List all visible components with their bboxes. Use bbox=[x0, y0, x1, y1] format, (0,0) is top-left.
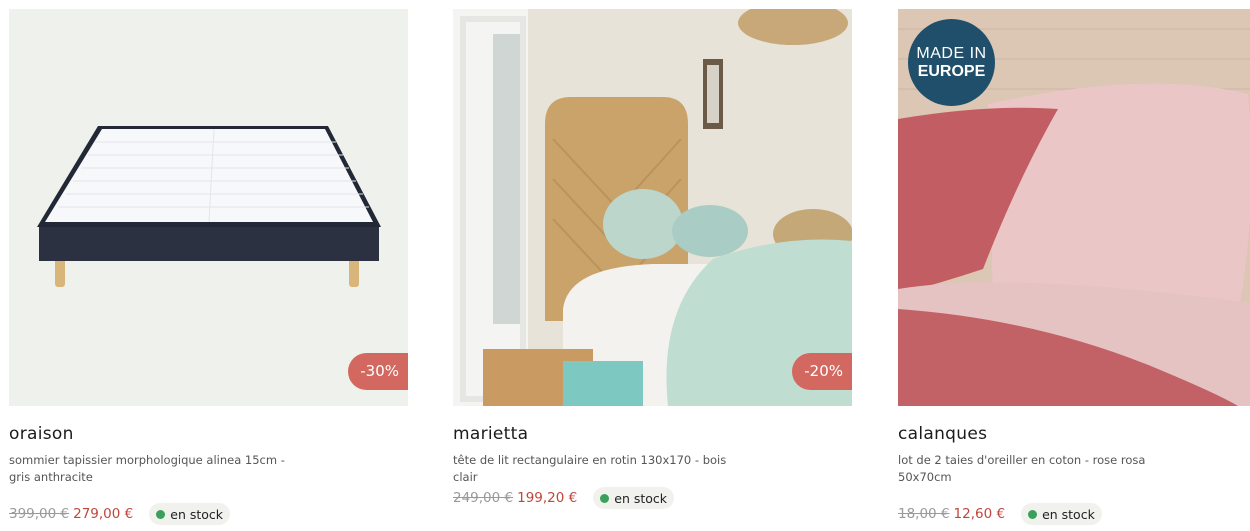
rattan-headboard-photo bbox=[453, 9, 852, 406]
made-in-europe-badge: MADE IN EUROPE bbox=[908, 19, 995, 106]
product-description: tête de lit rectangulaire en rotin 130x1… bbox=[453, 453, 727, 484]
product-name[interactable]: calanques bbox=[898, 424, 987, 444]
product-grid: -30% oraison sommier tapissier morpholog… bbox=[0, 0, 1250, 531]
stock-badge: en stock bbox=[149, 503, 231, 525]
price-row: 249,00 € 199,20 € en stock bbox=[453, 487, 675, 509]
stock-badge: en stock bbox=[593, 487, 675, 509]
old-price: 399,00 € bbox=[9, 506, 70, 522]
product-name[interactable]: oraison bbox=[9, 424, 74, 444]
product-image-calanques[interactable]: MADE IN EUROPE bbox=[898, 9, 1250, 406]
in-stock-dot-icon bbox=[600, 493, 610, 503]
product-image-marietta[interactable]: -20% bbox=[453, 9, 852, 406]
sale-price: 279,00 € bbox=[73, 506, 134, 522]
stock-label: en stock bbox=[170, 506, 224, 522]
price-row: 399,00 € 279,00 € en stock bbox=[9, 503, 231, 525]
discount-badge: -20% bbox=[792, 353, 852, 390]
in-stock-dot-icon bbox=[1028, 509, 1038, 519]
stock-badge: en stock bbox=[1021, 503, 1102, 525]
stock-label: en stock bbox=[1042, 506, 1095, 522]
product-description: lot de 2 taies d'oreiller en coton - ros… bbox=[898, 453, 1146, 484]
product-description: sommier tapissier morphologique alinea 1… bbox=[9, 453, 285, 484]
product-image-oraison[interactable]: -30% bbox=[9, 9, 408, 406]
sale-price: 12,60 € bbox=[953, 506, 1006, 522]
stock-label: en stock bbox=[614, 490, 668, 506]
old-price: 249,00 € bbox=[453, 490, 514, 506]
old-price: 18,00 € bbox=[898, 506, 950, 522]
discount-badge: -30% bbox=[348, 353, 408, 390]
badge-line1: MADE IN bbox=[916, 44, 987, 62]
bed-base-illustration bbox=[9, 9, 408, 406]
in-stock-dot-icon bbox=[156, 509, 166, 519]
price-row: 18,00 € 12,60 € en stock bbox=[898, 503, 1102, 525]
product-name[interactable]: marietta bbox=[453, 424, 528, 444]
sale-price: 199,20 € bbox=[517, 490, 578, 506]
badge-line2: EUROPE bbox=[917, 62, 986, 80]
